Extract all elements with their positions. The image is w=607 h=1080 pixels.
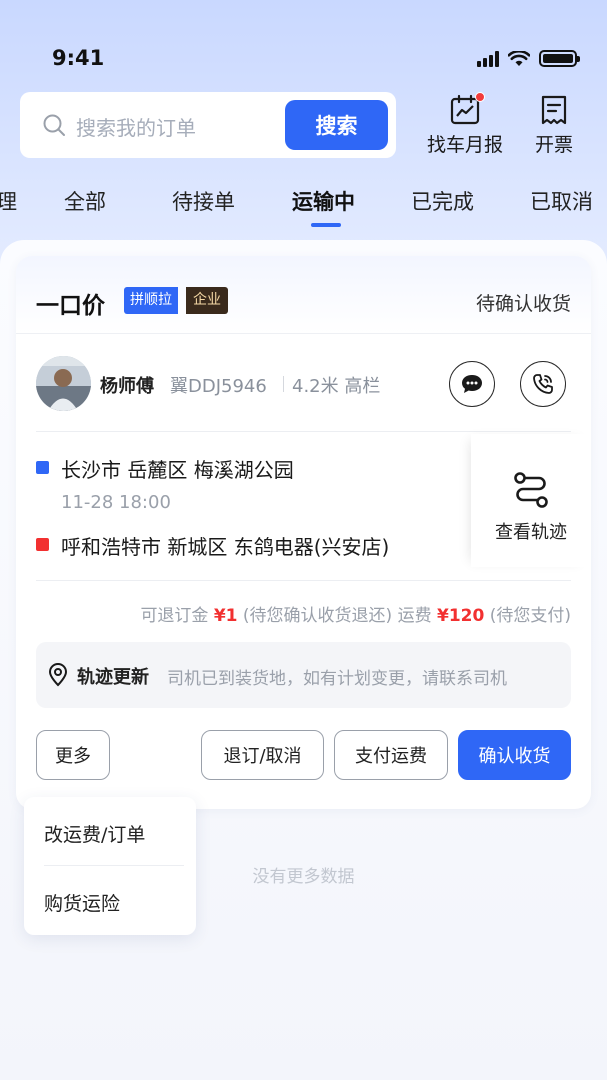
- destination-address: 呼和浩特市 新城区 东鸽电器(兴安店): [61, 535, 390, 559]
- chat-button[interactable]: [449, 361, 495, 407]
- search-input[interactable]: 搜索我的订单: [76, 112, 196, 141]
- tab-completed[interactable]: 已完成: [411, 186, 474, 216]
- plate-number: 翼DDJ5946: [170, 376, 267, 397]
- view-track-button[interactable]: 查看轨迹: [471, 434, 591, 567]
- driver-avatar: [36, 356, 91, 411]
- invoice-button[interactable]: 开票: [535, 94, 573, 157]
- driver-name: 杨师傅: [100, 376, 154, 397]
- tab-pending[interactable]: 待接单: [172, 186, 235, 216]
- monthly-report-button[interactable]: 找车月报: [427, 92, 504, 157]
- tab-all[interactable]: 全部: [64, 186, 106, 216]
- freight-amount: ¥120: [437, 606, 485, 626]
- status-bar: 9:41: [0, 0, 607, 90]
- invoice-label: 开票: [535, 134, 574, 156]
- notice-title: 轨迹更新: [77, 667, 149, 688]
- order-status: 待确认收货: [475, 293, 571, 315]
- active-tab-indicator: [311, 223, 341, 227]
- refund-amount: ¥1: [213, 606, 238, 626]
- truck-info: 4.2米 高栏: [292, 376, 381, 397]
- chat-bubble-icon: [462, 375, 482, 393]
- origin-marker: [36, 461, 49, 474]
- track-update-notice: 轨迹更新 司机已到装货地，如有计划变更，请联系司机: [36, 642, 571, 708]
- cellular-signal-icon: [477, 50, 499, 67]
- confirm-receipt-button[interactable]: 确认收货: [458, 730, 571, 780]
- status-time: 9:41: [52, 46, 105, 70]
- wifi-icon: [508, 50, 530, 66]
- route-track-icon: [514, 472, 548, 508]
- monthly-report-label: 找车月报: [427, 134, 504, 156]
- fee-summary: 可退订金 ¥1 (待您确认收货退还) 运费 ¥120 (待您支付): [140, 601, 571, 626]
- notice-text: 司机已到装货地，如有计划变更，请联系司机: [167, 669, 507, 689]
- section-divider: [36, 580, 571, 581]
- tab-cancelled[interactable]: 已取消: [530, 186, 593, 216]
- origin-address: 长沙市 岳麓区 梅溪湖公园: [61, 458, 294, 482]
- search-bar[interactable]: 搜索我的订单 搜索: [20, 92, 396, 158]
- tab-in-transit[interactable]: 运输中: [292, 186, 355, 216]
- notification-dot: [475, 92, 485, 102]
- pin-badge: 拼顺拉: [124, 287, 178, 314]
- order-card[interactable]: 一口价 拼顺拉 企业 待确认收货 杨师傅 翼DDJ5946 4.2米 高栏 长沙…: [16, 256, 591, 809]
- phone-icon: [533, 374, 553, 394]
- refund-label: 可退订金: [140, 606, 209, 626]
- destination-marker: [36, 538, 49, 551]
- pay-freight-button[interactable]: 支付运费: [334, 730, 448, 780]
- cancel-order-button[interactable]: 退订/取消: [201, 730, 324, 780]
- freight-note: (待您支付): [489, 606, 571, 626]
- driver-row: 杨师傅 翼DDJ5946 4.2米 高栏: [16, 334, 591, 431]
- order-card-header: 一口价 拼顺拉 企业 待确认收货: [16, 256, 591, 334]
- view-track-label: 查看轨迹: [495, 522, 567, 543]
- call-button[interactable]: [520, 361, 566, 407]
- battery-icon: [539, 50, 580, 67]
- menu-item-cargo-insurance[interactable]: 购货运险: [44, 889, 120, 916]
- tab-partial[interactable]: 理: [0, 186, 17, 216]
- search-button[interactable]: 搜索: [285, 100, 388, 150]
- info-divider: [283, 376, 284, 392]
- price-type: 一口价: [36, 293, 105, 319]
- status-icons: [477, 50, 580, 67]
- location-pin-icon: [48, 663, 68, 687]
- no-more-data-text: 没有更多数据: [252, 867, 355, 887]
- refund-note: (待您确认收货退还): [242, 606, 393, 626]
- section-divider: [36, 431, 571, 432]
- order-status-tabs: 理 全部 待接单 运输中 已完成 已取消: [0, 186, 607, 230]
- menu-item-modify-freight[interactable]: 改运费/订单: [44, 820, 145, 847]
- more-button[interactable]: 更多: [36, 730, 110, 780]
- pickup-time: 11-28 18:00: [61, 492, 171, 513]
- freight-label: 运费: [397, 606, 432, 626]
- invoice-icon: [541, 95, 567, 125]
- search-icon: [43, 114, 65, 136]
- enterprise-badge: 企业: [186, 287, 228, 314]
